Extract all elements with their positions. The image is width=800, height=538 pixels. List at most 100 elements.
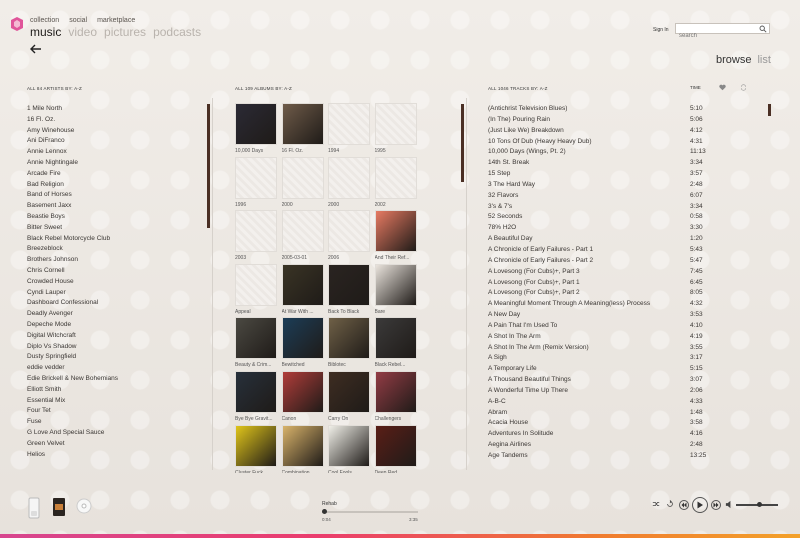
track-row[interactable]: A Wonderful Time Up There 2:06 <box>488 386 713 397</box>
album-cover[interactable] <box>281 156 324 199</box>
artist-item[interactable]: Diplo Vs Shadow <box>27 342 118 353</box>
album-cover[interactable] <box>374 371 417 413</box>
track-row[interactable]: A Sigh 3:17 <box>488 353 713 364</box>
nav-marketplace[interactable]: marketplace <box>97 17 135 24</box>
album-tile[interactable]: Bye Bye Gravit... <box>235 371 277 423</box>
track-row[interactable]: 78% H2O 3:30 <box>488 223 713 234</box>
albums-header[interactable]: ALL 109 ALBUMS BY: A-Z <box>235 86 292 91</box>
album-tile[interactable]: 2006 <box>328 210 370 262</box>
nav-social[interactable]: social <box>69 17 87 24</box>
album-cover[interactable] <box>374 317 417 360</box>
album-tile[interactable]: And Their Ref... <box>374 210 417 262</box>
albums-scrollbar[interactable] <box>461 104 464 182</box>
album-tile[interactable]: 2002 <box>374 156 417 209</box>
disc-icon[interactable] <box>76 498 92 514</box>
album-cover[interactable] <box>281 424 324 467</box>
volume-slider[interactable] <box>736 502 778 507</box>
track-row[interactable]: 14th St. Break 3:34 <box>488 158 713 169</box>
album-cover[interactable] <box>328 371 370 413</box>
album-tile[interactable]: Challengers <box>374 371 417 423</box>
artist-item[interactable]: Beastie Boys <box>27 212 118 223</box>
album-cover[interactable] <box>235 103 277 145</box>
tracks-header[interactable]: ALL 1046 TRACKS BY: A-Z <box>488 86 548 91</box>
artists-header[interactable]: ALL 84 ARTISTS BY: A-Z <box>27 86 82 91</box>
track-row[interactable]: 52 Seconds 0:58 <box>488 212 713 223</box>
back-arrow-icon[interactable] <box>30 43 42 55</box>
track-row[interactable]: Abram 1:48 <box>488 408 713 419</box>
album-tile[interactable]: Biblotec <box>328 317 370 369</box>
album-cover[interactable] <box>281 103 324 145</box>
artist-item[interactable]: Brothers Johnson <box>27 255 118 266</box>
album-tile[interactable]: Black Rebel... <box>374 317 417 369</box>
artist-item[interactable]: 16 Fl. Oz. <box>27 115 118 126</box>
artist-item[interactable]: Four Tet <box>27 406 118 417</box>
track-row[interactable]: A Shot In The Arm 4:19 <box>488 332 713 343</box>
tab-video[interactable]: video <box>68 25 97 39</box>
artist-item[interactable]: Depeche Mode <box>27 320 118 331</box>
track-row[interactable]: (In The) Pouring Rain 5:06 <box>488 115 713 126</box>
artist-item[interactable]: 1 Mile North <box>27 104 118 115</box>
artist-item[interactable]: Amy Winehouse <box>27 126 118 137</box>
track-row[interactable]: A Pain That I'm Used To 4:10 <box>488 321 713 332</box>
artist-item[interactable]: Helios <box>27 450 118 461</box>
sign-in-link[interactable]: Sign In <box>653 27 669 33</box>
repeat-icon[interactable] <box>666 500 674 508</box>
album-cover[interactable] <box>235 210 277 253</box>
tab-music[interactable]: music <box>30 25 61 39</box>
album-cover[interactable] <box>328 103 370 145</box>
artist-item[interactable]: Breezeblock <box>27 244 118 255</box>
artists-scrollbar[interactable] <box>207 104 210 228</box>
album-cover[interactable] <box>281 371 324 413</box>
artist-item[interactable]: Crowded House <box>27 277 118 288</box>
album-tile[interactable]: 16 Fl. Oz. <box>281 103 324 155</box>
album-cover[interactable] <box>374 424 417 467</box>
track-row[interactable]: A New Day 3:53 <box>488 310 713 321</box>
album-cover[interactable] <box>328 156 370 199</box>
artist-item[interactable]: eddie vedder <box>27 363 118 374</box>
artist-item[interactable]: G Love And Special Sauce <box>27 428 118 439</box>
album-cover[interactable] <box>374 210 417 253</box>
album-cover[interactable] <box>281 263 324 306</box>
track-row[interactable]: 3 The Hard Way 2:48 <box>488 180 713 191</box>
track-row[interactable]: Age Tandems 13:25 <box>488 451 713 462</box>
view-list-button[interactable]: list <box>757 54 770 66</box>
album-cover[interactable] <box>374 103 417 145</box>
artist-item[interactable]: Black Rebel Motorcycle Club <box>27 234 118 245</box>
album-tile[interactable]: Appeal <box>235 263 277 316</box>
track-row[interactable]: 15 Step 3:57 <box>488 169 713 180</box>
album-tile[interactable]: Deep Red <box>374 424 417 473</box>
track-row[interactable]: 10 Tons Of Dub (Heavy Heavy Dub) 4:31 <box>488 137 713 148</box>
track-row[interactable]: Acacia House 3:58 <box>488 418 713 429</box>
progress-knob[interactable] <box>321 509 327 514</box>
track-row[interactable]: A Beautiful Day 1:20 <box>488 234 713 245</box>
album-tile[interactable]: 2005-03-01 <box>281 210 324 262</box>
sync-icon[interactable] <box>740 84 747 91</box>
artist-item[interactable]: Green Velvet <box>27 439 118 450</box>
tab-podcasts[interactable]: podcasts <box>153 25 201 39</box>
time-column-header[interactable]: TIME <box>690 85 701 90</box>
track-row[interactable]: (Just Like We) Breakdown 4:12 <box>488 126 713 137</box>
artist-item[interactable]: Ani DiFranco <box>27 136 118 147</box>
album-cover[interactable] <box>235 317 277 360</box>
tab-pictures[interactable]: pictures <box>104 25 146 39</box>
album-tile[interactable]: 1996 <box>235 156 277 209</box>
album-tile[interactable]: At War With ... <box>281 263 324 316</box>
artist-item[interactable]: Basement Jaxx <box>27 201 118 212</box>
album-tile[interactable]: 1995 <box>374 103 417 155</box>
artist-item[interactable]: Annie Nightingale <box>27 158 118 169</box>
next-button[interactable] <box>711 500 721 510</box>
album-tile[interactable]: Bewitched <box>281 317 324 369</box>
album-cover[interactable] <box>235 424 277 467</box>
album-tile[interactable]: 10,000 Days <box>235 103 277 155</box>
album-cover[interactable] <box>235 371 277 413</box>
track-row[interactable]: (Antichrist Television Blues) 5:10 <box>488 104 713 115</box>
album-cover[interactable] <box>374 156 417 199</box>
track-row[interactable]: Adventures In Solitude 4:16 <box>488 429 713 440</box>
album-cover[interactable] <box>374 263 417 306</box>
album-cover[interactable] <box>281 317 324 360</box>
artist-item[interactable]: Chris Cornell <box>27 266 118 277</box>
album-cover[interactable] <box>235 156 277 199</box>
play-button[interactable] <box>692 497 708 513</box>
tracks-scrollbar[interactable] <box>768 104 771 116</box>
device-card-icon[interactable] <box>52 497 66 517</box>
